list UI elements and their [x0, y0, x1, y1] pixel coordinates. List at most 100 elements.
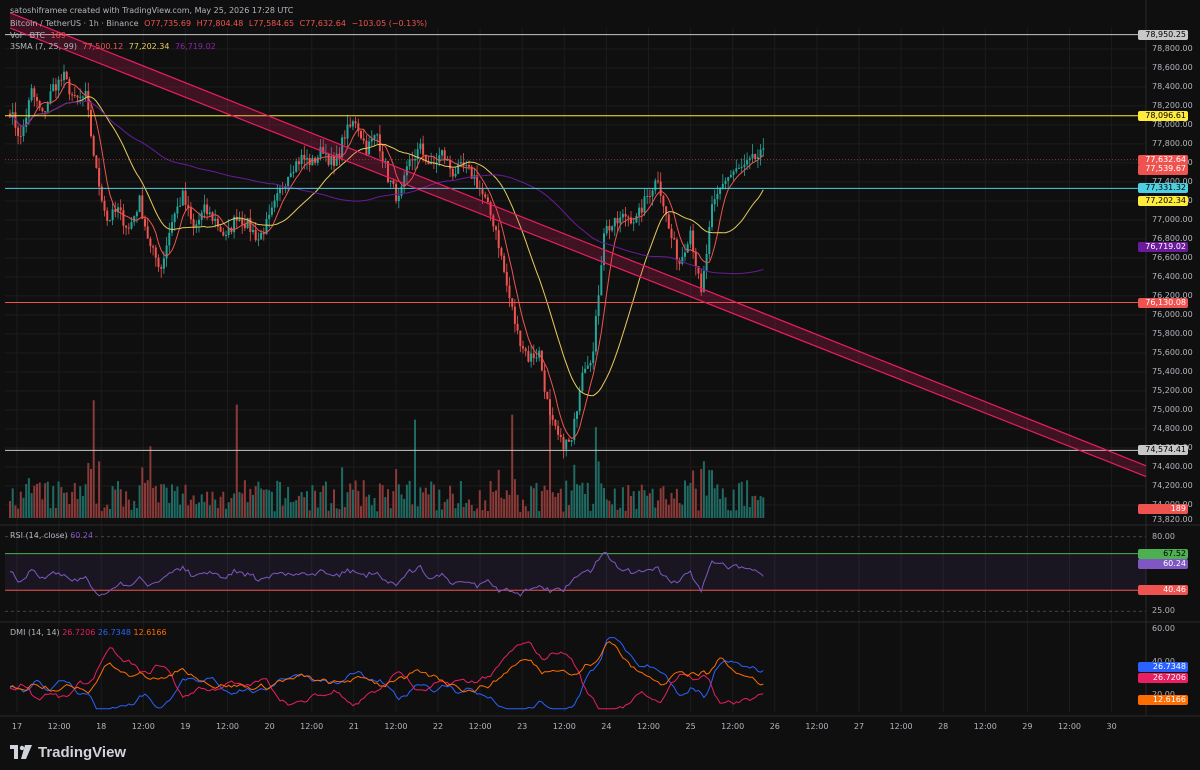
volume-bar: [597, 461, 600, 518]
volume-bar: [508, 494, 511, 518]
volume-bar: [292, 501, 295, 518]
volume-bar: [60, 487, 63, 518]
volume-bar: [330, 503, 333, 518]
volume-bar: [125, 491, 128, 518]
dmi-plus-label: 26.7348: [1138, 662, 1188, 672]
candle-body: [756, 157, 759, 159]
x-tick-label: 12:00: [384, 722, 408, 731]
volume-bar: [659, 488, 662, 518]
volume-bar: [122, 506, 125, 518]
chart-canvas[interactable]: [0, 0, 1200, 770]
volume-bar: [346, 492, 349, 518]
volume-bar: [335, 508, 338, 518]
y-tick-label: 78,800.00: [1152, 43, 1193, 53]
candle-body: [459, 162, 462, 164]
volume-bar: [284, 498, 287, 518]
candle-body: [173, 213, 176, 223]
x-tick-label: 12:00: [468, 722, 492, 731]
volume-bar: [181, 493, 184, 518]
candle-body: [165, 245, 168, 259]
volume-bar: [500, 497, 503, 518]
volume-bar: [403, 498, 406, 518]
volume-bar: [360, 506, 362, 518]
volume-bar: [441, 509, 443, 518]
candle-body: [408, 159, 411, 167]
volume-bar: [119, 489, 122, 518]
candle-body: [292, 171, 295, 174]
volume-bar: [384, 497, 387, 518]
volume-bar: [605, 499, 608, 518]
volume-bar: [481, 510, 484, 518]
candle-body: [422, 143, 425, 155]
rsi-value: 60.24: [70, 531, 94, 540]
volume-bar: [619, 507, 622, 518]
volume-bar: [211, 491, 214, 518]
volume-bar: [133, 500, 136, 518]
candle-body: [719, 188, 722, 194]
candle-body: [600, 265, 603, 296]
candle-body: [454, 173, 457, 177]
volume-bar: [252, 494, 254, 518]
candle-body: [127, 227, 130, 229]
price-line-label: 78,096.61: [1138, 110, 1188, 121]
volume-bar: [176, 486, 179, 518]
x-tick-label: 12:00: [973, 722, 997, 731]
candle-body: [257, 239, 260, 241]
candle-body: [254, 230, 257, 241]
volume-bar: [95, 503, 98, 518]
dmi-minus-label: 26.7206: [1138, 673, 1188, 683]
volume-bar: [430, 481, 433, 518]
volume-bar: [713, 488, 716, 518]
x-tick-label: 22: [432, 722, 444, 731]
y-tick-label: 78,000.00: [1152, 119, 1193, 129]
candle-body: [711, 204, 713, 228]
volume-bar: [657, 500, 659, 518]
candle-body: [759, 149, 762, 158]
volume-bar: [73, 483, 76, 518]
volume-bar: [17, 508, 20, 518]
candle-body: [762, 148, 765, 150]
volume-bar: [503, 499, 506, 518]
volume-bar: [333, 489, 335, 518]
x-tick-label: 25: [685, 722, 696, 731]
volume-bar: [179, 504, 182, 518]
volume-bar: [254, 486, 257, 518]
volume-bar: [260, 488, 263, 518]
x-tick-label: 24: [601, 722, 612, 731]
volume-bar: [721, 488, 724, 518]
volume-bar: [522, 499, 524, 518]
volume-bar: [540, 491, 543, 518]
volume-bar: [697, 510, 700, 518]
volume-bar: [573, 464, 576, 518]
candle-body: [397, 195, 400, 202]
volume-bar: [127, 499, 130, 518]
candle-body: [214, 218, 217, 221]
candle-body: [570, 440, 573, 442]
y-tick-label: 74,400.00: [1152, 461, 1193, 471]
x-tick-label: 28: [938, 722, 949, 731]
y-tick-label: 78,600.00: [1152, 62, 1193, 72]
volume-bar: [289, 502, 292, 518]
volume-bar: [368, 494, 371, 518]
y-tick-label: 73,820.00: [1152, 515, 1193, 525]
candle-body: [22, 126, 25, 137]
volume-bar: [689, 482, 692, 518]
value-label: 76,719.02: [1138, 241, 1188, 252]
candle-body: [616, 218, 619, 224]
candle-body: [549, 399, 551, 416]
volume-bar: [719, 498, 722, 518]
tradingview-logo[interactable]: TradingView: [10, 742, 126, 762]
volume-bar: [473, 510, 476, 518]
volume-bar: [446, 499, 449, 518]
volume-bar: [478, 490, 481, 518]
volume-bar: [389, 508, 392, 518]
volume-bar: [387, 489, 389, 518]
candle-body: [681, 256, 684, 264]
candle-body: [125, 225, 128, 228]
volume-bar: [527, 511, 530, 518]
candle-body: [343, 137, 346, 139]
volume-bar: [25, 484, 28, 518]
candle-body: [219, 226, 222, 232]
dmi-legend: DMI (14, 14) 26.7206 26.7348 12.6166: [10, 628, 167, 637]
candle-body: [225, 234, 227, 236]
